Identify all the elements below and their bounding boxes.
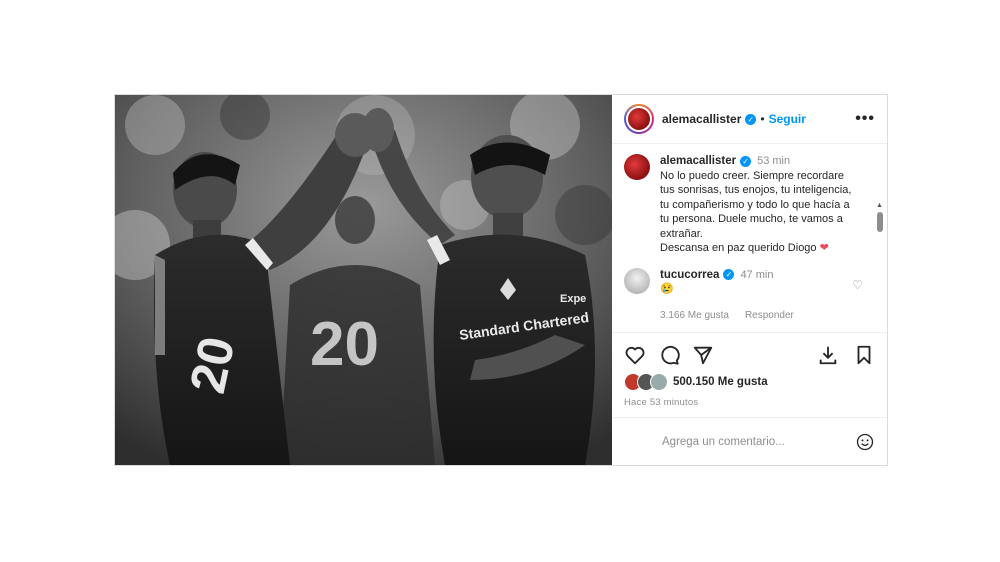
- caption-line: extrañar.: [660, 227, 703, 240]
- comment-likes[interactable]: 3.166 Me gusta: [660, 309, 729, 324]
- scrollbar-thumb[interactable]: [877, 212, 883, 232]
- action-bar: [612, 333, 887, 369]
- verified-badge-icon: ✓: [723, 269, 735, 281]
- caption-avatar[interactable]: [624, 154, 650, 180]
- verified-badge-icon: ✓: [740, 155, 752, 167]
- red-heart-emoji: ❤: [819, 242, 829, 254]
- emoji-smiley-icon[interactable]: [855, 432, 875, 452]
- separator-dot: •: [760, 112, 765, 126]
- add-comment-bar: [612, 417, 887, 465]
- like-heart-icon[interactable]: [624, 344, 646, 366]
- sponsor-sleeve-text: Expe: [560, 293, 586, 305]
- caption-line: Descansa en paz querido Diogo: [660, 242, 817, 254]
- comments-section[interactable]: alemacallister ✓ 53 min No lo puedo creer.…: [612, 144, 887, 333]
- reply-button[interactable]: Responder: [745, 309, 794, 324]
- comment-username[interactable]: tucucorrea: [660, 269, 719, 281]
- comment-input[interactable]: [660, 434, 855, 449]
- comment-like-heart-icon[interactable]: ♡: [852, 278, 863, 292]
- comment-time: 47 min: [740, 268, 774, 281]
- post-header: alemacallister ✓ • Seguir •••: [612, 95, 887, 144]
- more-options-icon[interactable]: •••: [855, 110, 875, 128]
- caption-line: tu persona. Duele mucho, te vamos a: [660, 213, 843, 225]
- caption-line: tus sonrisas, tus enojos, tu inteligenci…: [660, 184, 852, 196]
- share-paper-plane-icon[interactable]: [692, 344, 714, 366]
- comments-scrollbar[interactable]: ▲ ▼: [876, 202, 883, 332]
- bookmark-icon[interactable]: [853, 344, 875, 366]
- caption-line: No lo puedo creer. Siempre recordare: [660, 169, 845, 182]
- post-photo[interactable]: 20 20 Standard Chartered Expe: [115, 95, 612, 465]
- caption-line: tu compañerismo y todo lo que hacía a: [660, 198, 850, 211]
- post-sidebar: alemacallister ✓ • Seguir ••• alemacalli…: [612, 95, 887, 465]
- post-timestamp: Hace 53 minutos: [624, 397, 699, 408]
- comment-avatar[interactable]: [624, 267, 650, 294]
- verified-badge-icon: ✓: [745, 113, 757, 125]
- grayscale-photo: 20 20 Standard Chartered Expe: [115, 95, 612, 465]
- header-username[interactable]: alemacallister: [662, 112, 741, 126]
- instagram-post: 20 20 Standard Chartered Expe alemacalli…: [114, 94, 888, 466]
- caption: alemacallister ✓ 53 min No lo puedo creer.…: [612, 144, 887, 256]
- caption-time: 53 min: [757, 155, 791, 167]
- comment-item: tucucorrea ✓ 47 min 😢 3.166 Me gusta Respo…: [612, 256, 887, 324]
- likes-row[interactable]: 500.150 Me gusta: [612, 369, 887, 391]
- likes-count[interactable]: 500.150 Me gusta: [673, 376, 768, 388]
- caption-username[interactable]: alemacallister: [660, 155, 736, 167]
- left-jersey-number: 20: [179, 332, 245, 398]
- back-jersey-number: 20: [310, 310, 379, 379]
- comment-text: 😢: [660, 283, 674, 295]
- scroll-up-arrow-icon[interactable]: ▲: [876, 202, 883, 209]
- download-icon[interactable]: [817, 344, 839, 366]
- liker-avatar: [650, 373, 668, 391]
- avatar[interactable]: [624, 104, 654, 134]
- comment-bubble-icon[interactable]: [658, 344, 680, 366]
- follow-button[interactable]: Seguir: [769, 112, 806, 126]
